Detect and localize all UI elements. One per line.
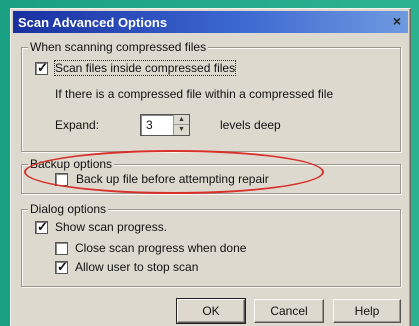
scan-inside-compressed-label[interactable]: Scan files inside compressed files (53, 60, 237, 76)
expand-levels-value[interactable]: 3 (146, 118, 153, 132)
ok-button[interactable]: OK (176, 298, 246, 324)
spinner-up-icon[interactable]: ▲ (174, 115, 189, 125)
scan-inside-compressed-checkbox[interactable]: ✓ (35, 60, 48, 75)
nested-compressed-text: If there is a compressed file within a c… (55, 87, 334, 101)
checkmark-icon: ✓ (37, 60, 48, 75)
dialog-options-legend: Dialog options (28, 202, 109, 216)
cancel-button[interactable]: Cancel (254, 299, 324, 323)
checkmark-icon: ✓ (37, 219, 48, 234)
allow-stop-label[interactable]: Allow user to stop scan (75, 260, 198, 274)
spinner-down-icon[interactable]: ▼ (174, 125, 189, 135)
compressed-files-legend: When scanning compressed files (28, 40, 209, 54)
show-scan-progress-label[interactable]: Show scan progress. (55, 220, 167, 234)
expand-label: Expand: (55, 118, 100, 132)
dialog-title: Scan Advanced Options (18, 15, 168, 30)
scan-advanced-options-dialog: Scan Advanced Options × When scanning co… (10, 8, 411, 326)
close-progress-checkbox[interactable] (55, 242, 68, 255)
checkmark-icon: ✓ (57, 259, 68, 274)
expand-levels-spinner[interactable]: 3 ▲ ▼ (140, 114, 190, 136)
backup-before-repair-label[interactable]: Back up file before attempting repair (76, 172, 269, 186)
backup-options-legend: Backup options (28, 157, 115, 171)
spinner-arrows[interactable]: ▲ ▼ (173, 115, 189, 135)
close-progress-label[interactable]: Close scan progress when done (75, 241, 246, 255)
compressed-files-group: When scanning compressed files ✓ Scan fi… (21, 40, 401, 152)
backup-options-group: Backup options Back up file before attem… (21, 157, 401, 194)
backup-before-repair-checkbox[interactable] (55, 173, 68, 186)
close-icon[interactable]: × (388, 13, 406, 30)
show-scan-progress-checkbox[interactable]: ✓ (35, 219, 48, 234)
levels-deep-label: levels deep (220, 118, 281, 132)
help-button[interactable]: Help (333, 299, 401, 323)
title-bar[interactable]: Scan Advanced Options × (13, 11, 408, 33)
allow-stop-checkbox[interactable]: ✓ (55, 259, 68, 274)
dialog-options-group: Dialog options ✓ Show scan progress. Clo… (21, 202, 401, 287)
